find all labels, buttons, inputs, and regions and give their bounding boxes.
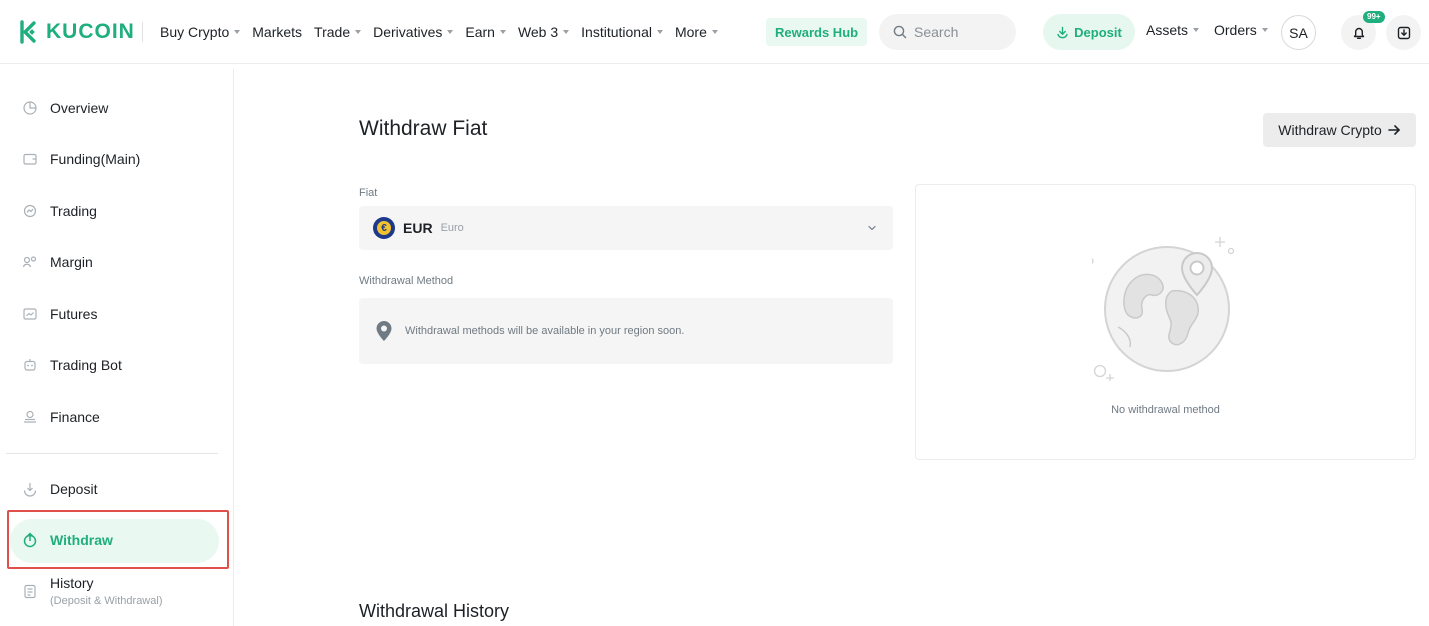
euro-currency-icon: € [373,217,395,239]
download-app-button[interactable] [1386,15,1421,50]
nav-label: Assets [1146,22,1189,38]
sidebar-item-deposit[interactable]: Deposit [22,481,97,497]
rewards-hub-button[interactable]: Rewards Hub [766,18,868,46]
search-box[interactable] [879,14,1016,50]
arrow-right-icon [1387,125,1400,135]
top-navigation-bar: KUCOIN Buy Crypto Markets Trade Derivati… [0,0,1429,64]
chevron-down-icon [447,30,454,34]
empty-state-panel: No withdrawal method [915,184,1416,460]
header-deposit-button[interactable]: Deposit [1043,14,1135,50]
nav-label: Markets [252,24,303,40]
chevron-down-icon [1261,28,1268,32]
sidebar-item-margin[interactable]: Margin [22,254,93,270]
sidebar-item-label: Funding(Main) [50,151,141,167]
sidebar-item-trading[interactable]: Trading [22,203,97,219]
nav-assets[interactable]: Assets [1146,22,1200,38]
chevron-down-icon [711,30,718,34]
kucoin-logo-icon [20,20,36,44]
fiat-code: EUR [403,220,433,236]
sidebar-item-label: Futures [50,306,98,322]
chevron-down-icon [1193,28,1200,32]
search-icon [893,25,907,39]
highlight-box [7,510,229,569]
chevron-down-icon [563,30,570,34]
empty-state-text: No withdrawal method [1111,404,1220,416]
sidebar-item-funding[interactable]: Funding(Main) [22,151,140,167]
user-avatar[interactable]: SA [1281,15,1316,50]
chevron-down-icon [499,30,506,34]
bot-icon [24,359,36,371]
nav-buy-crypto[interactable]: Buy Crypto [160,24,241,40]
main-nav: Buy Crypto Markets Trade Derivatives Ear… [160,0,730,64]
wallet-icon [23,153,37,165]
trading-icon [23,204,37,218]
sidebar-item-history[interactable]: History (Deposit & Withdrawal) [22,575,162,607]
brand-name: KUCOIN [46,20,135,43]
nav-label: Derivatives [373,24,443,40]
sidebar-item-label: Deposit [50,481,98,497]
nav-orders[interactable]: Orders [1214,22,1268,38]
withdrawal-method-label: Withdrawal Method [359,275,454,287]
sidebar-divider [6,453,218,454]
chevron-down-icon [355,30,362,34]
sidebar-item-label: History [50,575,94,591]
globe-location-illustration [1092,237,1235,381]
sidebar-item-overview[interactable]: Overview [22,100,108,116]
chevron-down-icon [868,225,876,231]
sidebar-item-futures[interactable]: Futures [22,306,97,322]
sidebar-item-label: Overview [50,100,109,116]
finance-icon [24,410,36,423]
sidebar-history-text: History (Deposit & Withdrawal) [50,575,162,607]
history-icon [24,584,36,599]
nav-derivatives[interactable]: Derivatives [373,24,454,40]
download-icon [1397,26,1410,39]
withdrawal-history-title: Withdrawal History [359,601,510,621]
search-input[interactable] [914,24,1004,40]
deposit-icon [1057,26,1068,38]
fiat-label: Fiat [359,187,378,199]
nav-earn[interactable]: Earn [465,24,506,40]
withdraw-crypto-button[interactable]: Withdraw Crypto [1263,113,1416,147]
fiat-select[interactable]: € EUR Euro [359,206,893,250]
nav-label: Earn [465,24,495,40]
kucoin-logo[interactable]: KUCOIN [14,18,135,46]
notification-badge: 99+ [1363,11,1385,23]
nav-institutional[interactable]: Institutional [581,24,663,40]
location-pin-icon [376,321,392,341]
sidebar-item-label: Margin [50,254,93,270]
withdraw-crypto-label: Withdraw Crypto [1278,122,1382,138]
pie-chart-icon [23,101,37,115]
nav-markets[interactable]: Markets [252,24,302,40]
sidebar-item-finance[interactable]: Finance [22,409,100,425]
euro-symbol: € [377,221,391,235]
nav-label: Institutional [581,24,652,40]
fiat-name: Euro [440,222,464,234]
nav-trade[interactable]: Trade [314,24,362,40]
logo-divider [142,22,143,42]
nav-label: Trade [314,24,351,40]
nav-label: Orders [1214,22,1257,38]
header-deposit-label: Deposit [1074,24,1122,40]
chevron-down-icon [234,30,241,34]
withdrawal-method-message: Withdrawal methods will be available in … [405,325,685,337]
sidebar-item-trading-bot[interactable]: Trading Bot [22,357,122,373]
nav-label: More [674,24,707,40]
deposit-icon [23,483,37,497]
bell-icon [1353,27,1364,39]
margin-icon [22,256,37,268]
nav-more[interactable]: More [675,24,718,40]
sidebar-item-label: Trading [50,203,97,219]
nav-web3[interactable]: Web 3 [517,24,570,40]
sidebar-item-label: Trading Bot [50,357,122,373]
nav-label: Buy Crypto [160,24,230,40]
chevron-down-icon [656,30,663,34]
sidebar-item-sublabel: (Deposit & Withdrawal) [50,595,163,607]
futures-icon [23,308,37,320]
withdrawal-method-box: Withdrawal methods will be available in … [359,298,893,364]
nav-label: Web 3 [517,24,559,40]
page-title: Withdraw Fiat [359,117,488,140]
assets-sidebar: Overview Funding(Main) Trading Margin Fu… [0,69,234,626]
sidebar-item-label: Finance [50,409,100,425]
